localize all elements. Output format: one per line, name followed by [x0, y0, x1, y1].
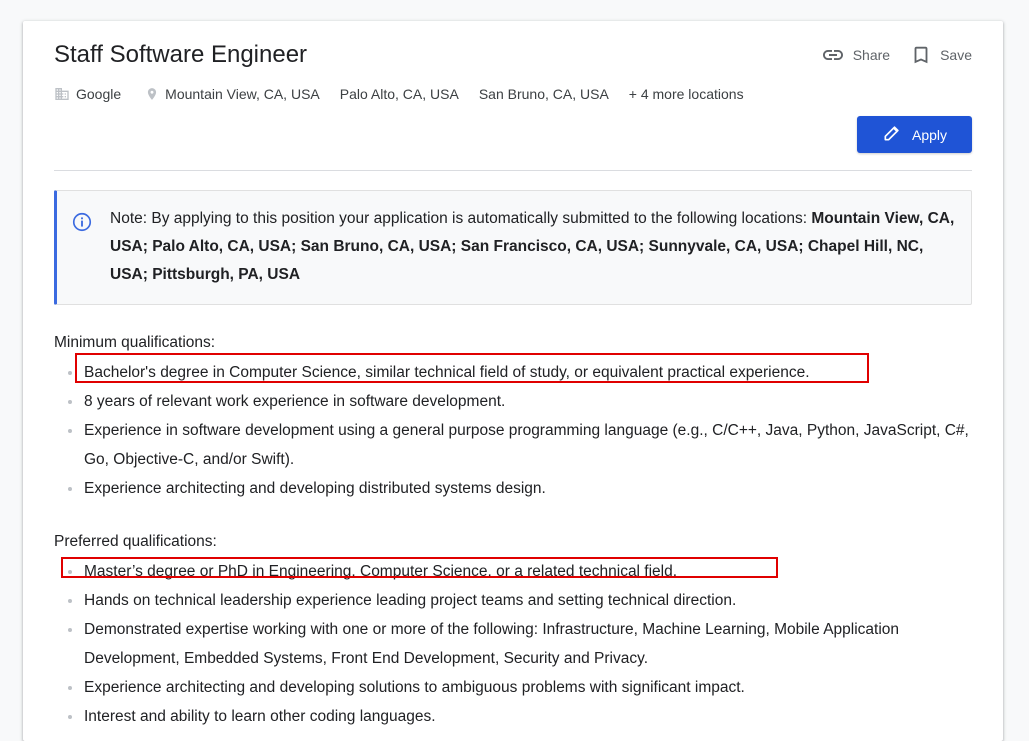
note-prefix: Note: By applying to this position your …	[110, 210, 812, 227]
company: Google	[54, 86, 121, 102]
list-item: Master’s degree or PhD in Engineering, C…	[54, 557, 972, 586]
preferred-qualifications-list: Master’s degree or PhD in Engineering, C…	[54, 557, 972, 731]
job-card: Staff Software Engineer Share Save Googl…	[23, 21, 1003, 741]
info-icon	[71, 211, 93, 238]
apply-label: Apply	[911, 126, 948, 143]
location-primary: Mountain View, CA, USA	[145, 86, 320, 102]
company-name: Google	[76, 86, 122, 102]
list-item: Experience architecting and developing s…	[54, 673, 972, 702]
list-item: Experience in software development using…	[54, 416, 972, 474]
share-label: Share	[852, 47, 891, 63]
more-locations-link[interactable]: + 4 more locations	[629, 86, 744, 102]
save-label: Save	[940, 47, 972, 63]
minimum-qualifications-list: Bachelor's degree in Computer Science, s…	[54, 358, 972, 503]
list-item: Demonstrated expertise working with one …	[54, 615, 972, 673]
apply-button[interactable]: Apply	[857, 116, 972, 153]
list-item: Hands on technical leadership experience…	[54, 586, 972, 615]
note-text: Note: By applying to this position your …	[110, 205, 957, 289]
list-item: 8 years of relevant work experience in s…	[54, 387, 972, 416]
list-item: Interest and ability to learn other codi…	[54, 702, 972, 731]
save-button[interactable]: Save	[910, 43, 972, 67]
link-icon	[821, 43, 845, 67]
list-item: Experience architecting and developing d…	[54, 474, 972, 503]
locations-note: Note: By applying to this position your …	[54, 190, 972, 305]
list-item: Bachelor's degree in Computer Science, s…	[54, 358, 972, 387]
location-pin-icon	[145, 86, 159, 102]
pencil-icon	[882, 123, 902, 146]
location-label: Mountain View, CA, USA	[165, 86, 320, 102]
building-icon	[54, 86, 70, 102]
job-title: Staff Software Engineer	[54, 41, 308, 68]
share-button[interactable]: Share	[821, 43, 890, 67]
location-label: Palo Alto, CA, USA	[339, 86, 459, 102]
divider	[54, 170, 972, 171]
preferred-qualifications-title: Preferred qualifications:	[54, 533, 217, 550]
job-actions: Share Save	[821, 43, 972, 67]
bookmark-icon	[910, 43, 932, 67]
job-meta: Google Mountain View, CA, USA Palo Alto,…	[54, 86, 744, 102]
minimum-qualifications-title: Minimum qualifications:	[54, 334, 216, 351]
location-label: San Bruno, CA, USA	[478, 86, 609, 102]
